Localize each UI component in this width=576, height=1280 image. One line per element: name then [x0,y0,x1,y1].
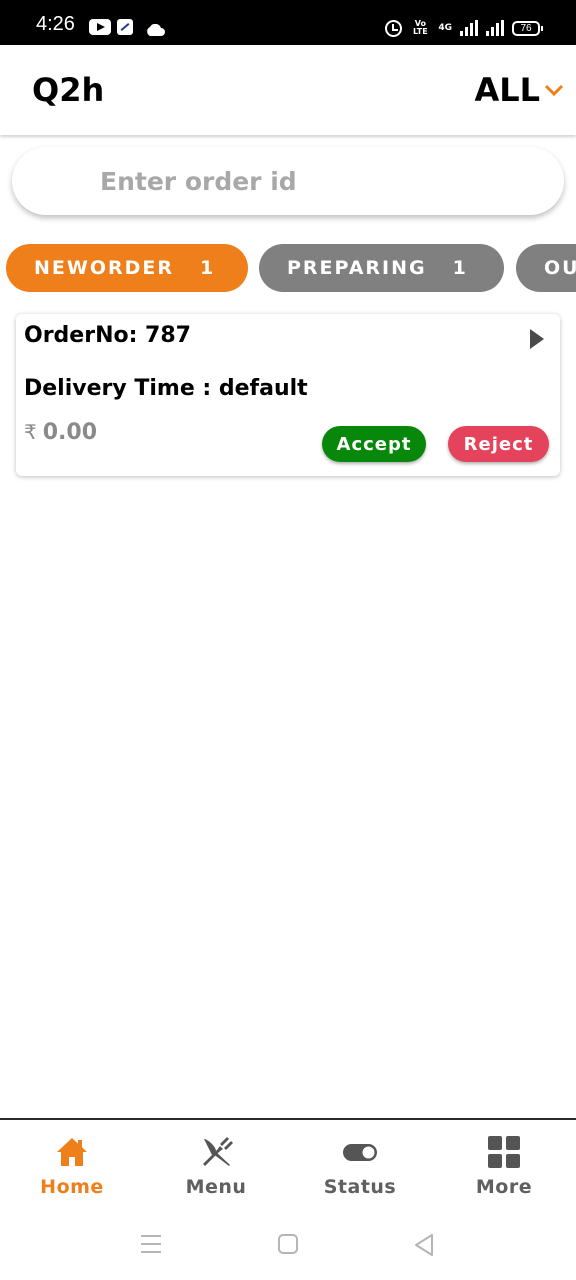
back-icon[interactable] [414,1234,434,1256]
accept-button[interactable]: Accept [322,426,426,462]
search-input[interactable] [100,161,540,201]
grid-icon [488,1136,520,1168]
order-number: OrderNo: 787 [24,323,191,348]
cloud-icon [145,21,165,36]
nav-home[interactable]: Home [0,1134,144,1198]
filter-dropdown[interactable]: ALL [474,71,564,109]
app-bar: Q2h ALL [0,45,576,135]
signal-icon [486,20,504,36]
rupee-icon: ₹ [24,420,37,444]
status-time: 4:26 [36,13,75,35]
toggle-icon [343,1144,377,1161]
bottom-nav: Home Menu Status More [0,1118,576,1210]
nav-more[interactable]: More [432,1134,576,1198]
youtube-icon [89,19,111,35]
nav-label: Home [40,1176,104,1198]
tab-label: PREPARING [287,257,427,279]
tab-count: 1 [200,257,216,279]
utensils-icon [203,1137,233,1166]
tab-preparing[interactable]: PREPARING 1 [259,244,504,292]
order-status-tabs: NEWORDER 1 PREPARING 1 OU [0,244,576,292]
delivery-time: Delivery Time : default [24,376,308,401]
home-nav-icon[interactable] [278,1234,298,1254]
recents-icon[interactable] [140,1234,162,1254]
tab-count: 1 [452,257,468,279]
play-icon[interactable] [530,329,544,349]
nav-label: More [475,1176,533,1198]
chevron-down-icon [544,84,564,97]
status-bar: 4:26 Vo LTE 4G 76 [0,0,576,45]
network-type: 4G [438,23,452,33]
signal-icon [460,20,478,36]
home-icon [57,1138,87,1166]
status-icons: Vo LTE 4G 76 [385,18,543,38]
volte-icon: Vo LTE [412,19,428,36]
reject-button[interactable]: Reject [448,426,549,462]
amount-value: 0.00 [42,420,98,445]
order-card[interactable]: OrderNo: 787 Delivery Time : default ₹ 0… [16,314,560,476]
battery-icon: 76 [512,20,543,36]
tab-label: OU [544,257,576,279]
tab-label: NEWORDER [34,257,175,279]
tab-out[interactable]: OU [516,244,576,292]
order-amount: ₹ 0.00 [24,420,97,445]
nav-status[interactable]: Status [288,1134,432,1198]
search-box[interactable] [12,147,564,215]
page-title: Q2h [32,71,105,109]
nav-label: Status [323,1176,397,1198]
nav-menu[interactable]: Menu [144,1134,288,1198]
nav-label: Menu [185,1176,247,1198]
alarm-icon [385,19,403,37]
system-nav-bar [0,1210,576,1280]
app-icon [117,19,133,35]
tab-neworder[interactable]: NEWORDER 1 [6,244,248,292]
filter-label: ALL [474,71,540,109]
